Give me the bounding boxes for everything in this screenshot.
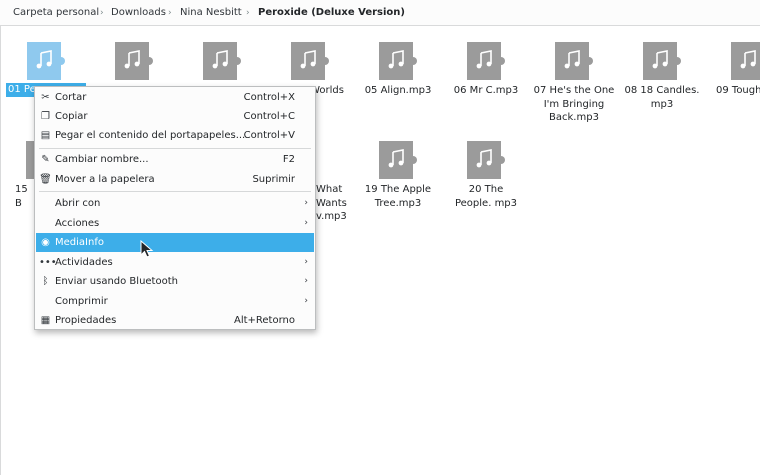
audio-file-icon xyxy=(731,42,760,80)
pencil-icon: ✎ xyxy=(41,154,50,165)
menu-item-paste[interactable]: ▤ Pegar el contenido del portapapeles...… xyxy=(36,126,314,145)
clipboard-icon: ▤ xyxy=(40,130,51,141)
audio-file-icon xyxy=(379,141,417,179)
menu-item-cut[interactable]: ✂ Cortar Control+X xyxy=(36,88,314,107)
menu-item-compress[interactable]: Comprimir › xyxy=(36,292,314,311)
file-item[interactable]: What Wants v.mp3 xyxy=(316,141,356,222)
audio-file-icon xyxy=(203,42,241,80)
menu-separator xyxy=(39,191,311,192)
mouse-cursor-icon xyxy=(140,240,154,258)
breadcrumb-separator-icon: › xyxy=(246,8,250,18)
submenu-arrow-icon: › xyxy=(304,296,308,306)
audio-file-icon xyxy=(27,42,65,80)
menu-separator xyxy=(39,148,311,149)
breadcrumb-downloads[interactable]: Downloads xyxy=(111,6,166,20)
audio-file-icon xyxy=(467,42,505,80)
menu-item-actions[interactable]: Acciones › xyxy=(36,214,314,233)
dots-icon: ••• xyxy=(39,257,57,268)
submenu-arrow-icon: › xyxy=(304,276,308,286)
menu-item-copy[interactable]: ❐ Copiar Control+C xyxy=(36,107,314,126)
audio-file-icon xyxy=(26,141,34,179)
breadcrumb-separator-icon: › xyxy=(100,8,104,18)
context-menu: ✂ Cortar Control+X ❐ Copiar Control+C ▤ … xyxy=(34,86,316,330)
file-label: 06 Mr C.mp3 xyxy=(453,85,519,96)
file-label: 05 Align.mp3 xyxy=(364,85,432,96)
file-label: 15 B Ey xyxy=(15,184,28,209)
view-border xyxy=(0,26,1,475)
file-label: 08 18 Candles. mp3 xyxy=(624,85,700,110)
shortcut-label: Control+C xyxy=(243,111,295,122)
breadcrumb-current-album[interactable]: Peroxide (Deluxe Version) xyxy=(258,6,405,20)
menu-item-rename[interactable]: ✎ Cambiar nombre... F2 xyxy=(36,150,314,169)
shortcut-label: Control+X xyxy=(243,92,295,103)
menu-item-trash[interactable]: 🗑 Mover a la papelera Suprimir xyxy=(36,170,314,189)
file-item[interactable]: 15 B Ey xyxy=(4,141,34,211)
submenu-arrow-icon: › xyxy=(304,198,308,208)
bluetooth-icon: ᛒ xyxy=(42,276,49,287)
copy-icon: ❐ xyxy=(41,111,50,122)
audio-file-icon xyxy=(467,141,505,179)
file-label: 20 The People. mp3 xyxy=(454,184,518,209)
file-label: 19 The Apple Tree.mp3 xyxy=(364,184,432,209)
shortcut-label: Control+V xyxy=(243,130,295,141)
submenu-arrow-icon: › xyxy=(304,218,308,228)
menu-item-open-with[interactable]: Abrir con › xyxy=(36,194,314,213)
audio-file-icon xyxy=(555,42,593,80)
file-label: 09 Tough xyxy=(716,85,760,96)
shortcut-label: Suprimir xyxy=(252,174,295,185)
menu-item-properties[interactable]: ▦ Propiedades Alt+Retorno xyxy=(36,311,314,330)
audio-file-icon xyxy=(291,42,329,80)
breadcrumb-home[interactable]: Carpeta personal xyxy=(13,6,99,20)
shortcut-label: Alt+Retorno xyxy=(233,315,295,326)
file-item[interactable]: 09 Tough xyxy=(709,42,760,102)
audio-file-icon xyxy=(643,42,681,80)
breadcrumb-separator-icon: › xyxy=(168,8,172,18)
file-label: What Wants v.mp3 xyxy=(316,184,347,222)
properties-icon: ▦ xyxy=(40,315,51,326)
scissors-icon: ✂ xyxy=(41,92,50,103)
file-label: 07 He's the One I'm Bringing Back.mp3 xyxy=(533,85,615,123)
audio-file-icon xyxy=(379,42,417,80)
shortcut-label: F2 xyxy=(282,154,295,165)
breadcrumb-artist[interactable]: Nina Nesbitt xyxy=(180,6,242,20)
menu-item-bluetooth[interactable]: ᛒ Enviar usando Bluetooth › xyxy=(36,272,314,291)
speaker-icon: ◉ xyxy=(41,237,50,248)
breadcrumb: Carpeta personal › Downloads › Nina Nesb… xyxy=(0,0,760,26)
submenu-arrow-icon: › xyxy=(304,257,308,267)
menu-item-activities[interactable]: ••• Actividades › xyxy=(36,253,314,272)
menu-item-mediainfo[interactable]: ◉ MediaInfo xyxy=(36,233,314,252)
audio-file-icon xyxy=(115,42,153,80)
trash-icon: 🗑 xyxy=(39,174,52,185)
